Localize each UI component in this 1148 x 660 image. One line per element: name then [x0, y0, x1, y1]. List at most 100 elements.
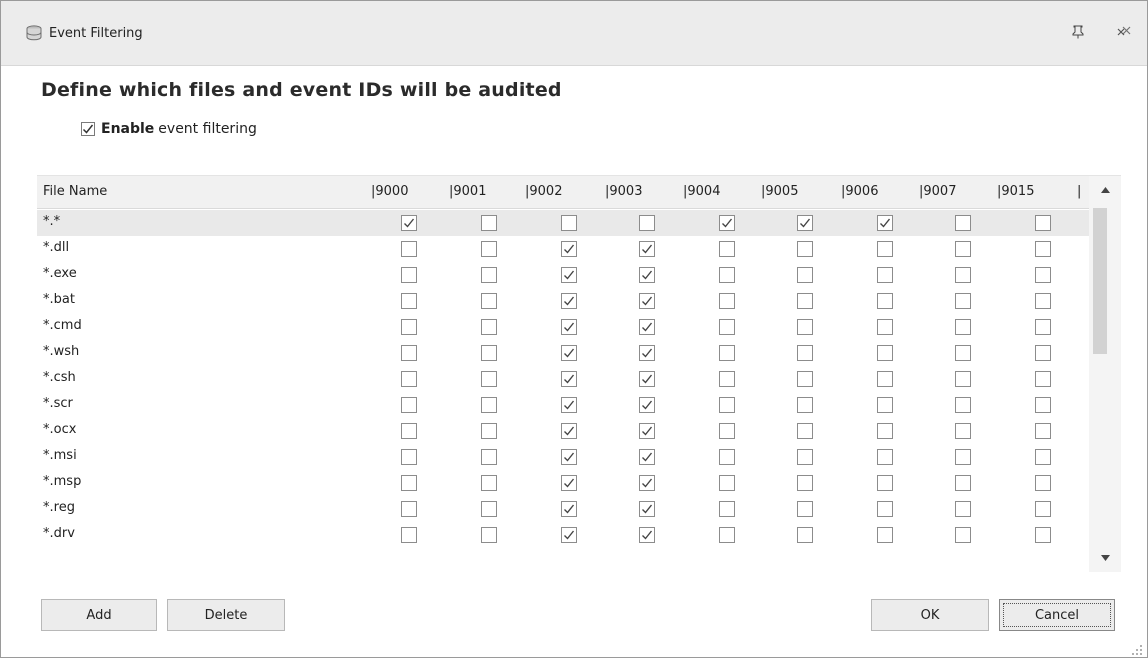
event-checkbox[interactable]	[877, 371, 893, 387]
pin-icon[interactable]	[1067, 21, 1089, 43]
event-checkbox[interactable]	[797, 449, 813, 465]
event-checkbox[interactable]	[401, 319, 417, 335]
event-checkbox[interactable]	[561, 423, 577, 439]
column-header-9000[interactable]: |9000	[371, 184, 408, 199]
event-checkbox[interactable]	[639, 319, 655, 335]
event-checkbox[interactable]	[481, 241, 497, 257]
event-checkbox[interactable]	[877, 449, 893, 465]
event-checkbox[interactable]	[639, 267, 655, 283]
event-checkbox[interactable]	[719, 423, 735, 439]
event-checkbox[interactable]	[955, 319, 971, 335]
event-checkbox[interactable]	[877, 241, 893, 257]
event-checkbox[interactable]	[797, 501, 813, 517]
event-checkbox[interactable]	[719, 319, 735, 335]
table-row[interactable]: *.dll	[37, 236, 1089, 262]
event-checkbox[interactable]	[797, 241, 813, 257]
event-checkbox[interactable]	[561, 527, 577, 543]
column-header-9003[interactable]: |9003	[605, 184, 642, 199]
event-checkbox[interactable]	[955, 267, 971, 283]
event-checkbox[interactable]	[877, 293, 893, 309]
enable-filtering-checkbox[interactable]	[81, 122, 95, 136]
event-checkbox[interactable]	[955, 345, 971, 361]
event-checkbox[interactable]	[797, 423, 813, 439]
column-header-9004[interactable]: |9004	[683, 184, 720, 199]
event-checkbox[interactable]	[719, 241, 735, 257]
event-checkbox[interactable]	[639, 423, 655, 439]
event-checkbox[interactable]	[481, 293, 497, 309]
event-checkbox[interactable]	[401, 293, 417, 309]
event-checkbox[interactable]	[877, 267, 893, 283]
event-checkbox[interactable]	[561, 345, 577, 361]
event-checkbox[interactable]	[401, 267, 417, 283]
event-checkbox[interactable]	[877, 501, 893, 517]
scroll-up-icon[interactable]	[1089, 176, 1121, 204]
event-checkbox[interactable]	[1035, 371, 1051, 387]
enable-filtering-option[interactable]: Enable event filtering	[81, 121, 257, 137]
event-checkbox[interactable]	[1035, 319, 1051, 335]
event-checkbox[interactable]	[639, 371, 655, 387]
event-checkbox[interactable]	[719, 215, 735, 231]
column-header-extra[interactable]: |	[1077, 184, 1081, 199]
table-row[interactable]: *.csh	[37, 366, 1089, 392]
event-checkbox[interactable]	[877, 345, 893, 361]
event-checkbox[interactable]	[877, 475, 893, 491]
event-checkbox[interactable]	[1035, 241, 1051, 257]
event-checkbox[interactable]	[401, 449, 417, 465]
event-checkbox[interactable]	[877, 215, 893, 231]
event-checkbox[interactable]	[1035, 397, 1051, 413]
event-checkbox[interactable]	[1035, 293, 1051, 309]
event-checkbox[interactable]	[719, 449, 735, 465]
event-checkbox[interactable]	[481, 397, 497, 413]
event-checkbox[interactable]	[797, 267, 813, 283]
event-checkbox[interactable]	[481, 319, 497, 335]
event-checkbox[interactable]	[955, 501, 971, 517]
event-checkbox[interactable]	[401, 501, 417, 517]
event-checkbox[interactable]	[1035, 423, 1051, 439]
event-checkbox[interactable]	[561, 501, 577, 517]
event-checkbox[interactable]	[797, 319, 813, 335]
event-checkbox[interactable]	[639, 527, 655, 543]
event-checkbox[interactable]	[401, 527, 417, 543]
event-checkbox[interactable]	[401, 345, 417, 361]
event-checkbox[interactable]	[719, 345, 735, 361]
event-checkbox[interactable]	[1035, 475, 1051, 491]
table-row[interactable]: *.wsh	[37, 340, 1089, 366]
event-checkbox[interactable]	[955, 241, 971, 257]
column-header-9005[interactable]: |9005	[761, 184, 798, 199]
table-row[interactable]: *.drv	[37, 522, 1089, 548]
event-checkbox[interactable]	[955, 475, 971, 491]
column-header-9006[interactable]: |9006	[841, 184, 878, 199]
event-checkbox[interactable]	[481, 527, 497, 543]
event-checkbox[interactable]	[401, 475, 417, 491]
event-checkbox[interactable]	[797, 215, 813, 231]
event-checkbox[interactable]	[877, 527, 893, 543]
event-checkbox[interactable]	[955, 449, 971, 465]
vertical-scrollbar[interactable]	[1089, 176, 1121, 572]
event-checkbox[interactable]	[481, 371, 497, 387]
event-checkbox[interactable]	[955, 215, 971, 231]
event-checkbox[interactable]	[797, 527, 813, 543]
event-checkbox[interactable]	[639, 293, 655, 309]
event-checkbox[interactable]	[955, 527, 971, 543]
event-checkbox[interactable]	[955, 371, 971, 387]
event-checkbox[interactable]	[561, 267, 577, 283]
event-checkbox[interactable]	[1035, 527, 1051, 543]
column-header-9015[interactable]: |9015	[997, 184, 1034, 199]
event-checkbox[interactable]	[797, 397, 813, 413]
event-checkbox[interactable]	[561, 371, 577, 387]
event-checkbox[interactable]	[719, 267, 735, 283]
event-checkbox[interactable]	[561, 215, 577, 231]
column-header-9002[interactable]: |9002	[525, 184, 562, 199]
event-checkbox[interactable]	[481, 423, 497, 439]
scrollbar-thumb[interactable]	[1093, 208, 1107, 354]
table-row[interactable]: *.ocx	[37, 418, 1089, 444]
table-row[interactable]: *.*	[37, 210, 1089, 236]
event-checkbox[interactable]	[561, 293, 577, 309]
event-checkbox[interactable]	[719, 475, 735, 491]
event-checkbox[interactable]	[719, 527, 735, 543]
event-checkbox[interactable]	[639, 345, 655, 361]
resize-grip-icon[interactable]	[1129, 641, 1143, 655]
event-checkbox[interactable]	[561, 319, 577, 335]
event-checkbox[interactable]	[401, 423, 417, 439]
scroll-down-icon[interactable]	[1089, 544, 1121, 572]
